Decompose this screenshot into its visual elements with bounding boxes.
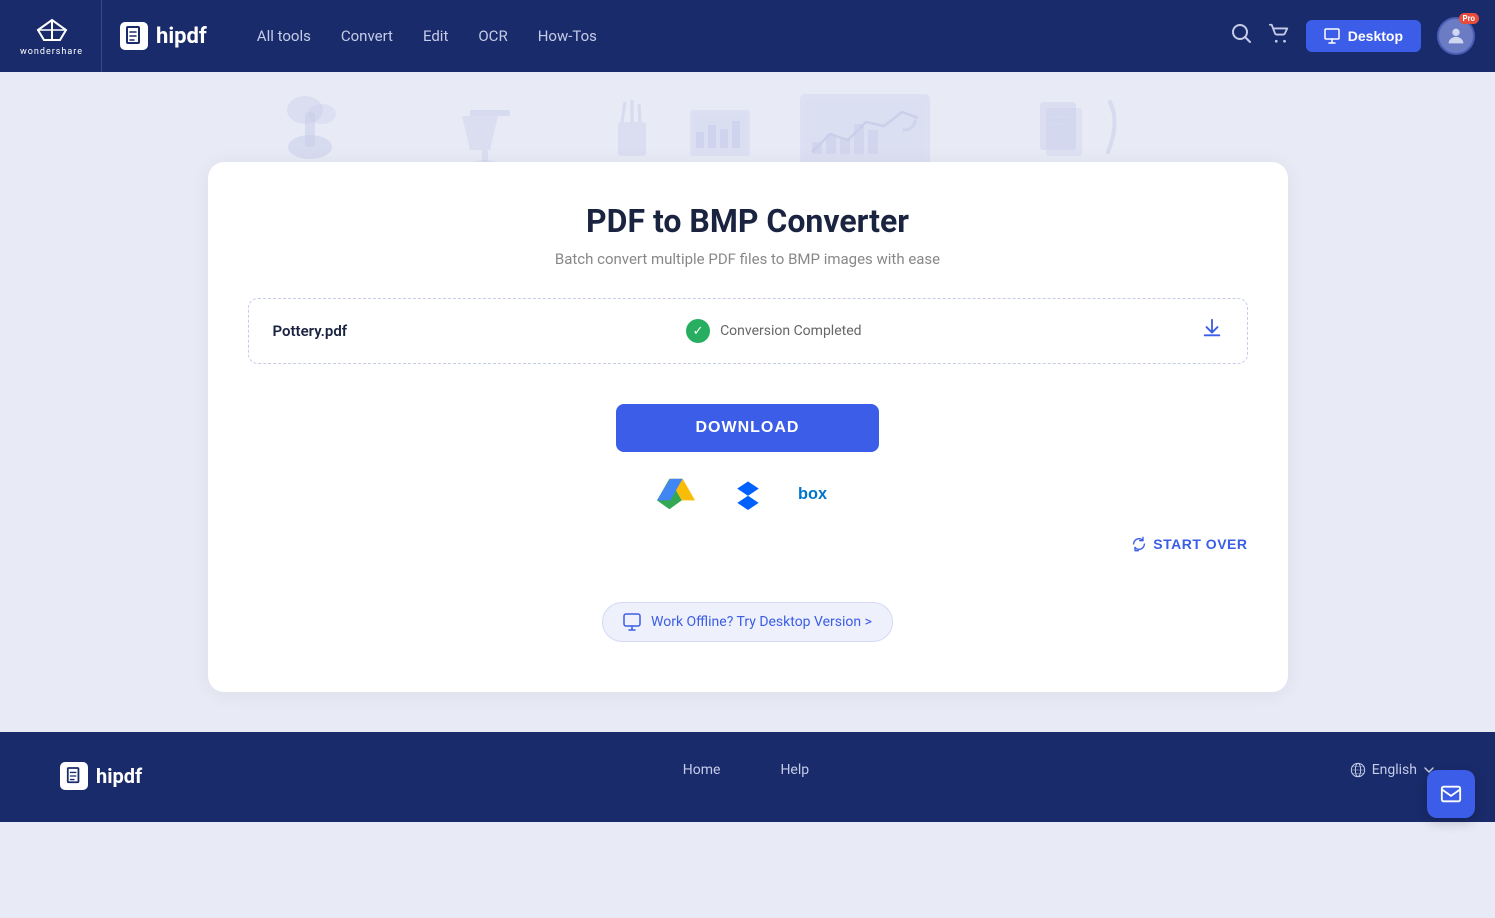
google-drive-button[interactable]: [654, 472, 698, 516]
footer-links: Home Help: [683, 762, 809, 778]
avatar[interactable]: Pro: [1437, 17, 1475, 55]
cloud-storage-icons: box: [654, 472, 842, 516]
search-icon: [1230, 22, 1252, 44]
desktop-promo-area: Work Offline? Try Desktop Version >: [248, 602, 1248, 642]
user-icon: [1445, 25, 1467, 47]
globe-icon: [1350, 762, 1366, 778]
search-button[interactable]: [1230, 22, 1252, 50]
hipdf-icon-svg: [125, 26, 143, 46]
nav-how-tos[interactable]: How-Tos: [538, 27, 597, 45]
start-over-row: START OVER: [248, 536, 1248, 562]
chat-button[interactable]: [1427, 770, 1475, 818]
status-text: Conversion Completed: [720, 323, 861, 339]
desktop-promo-icon: [623, 613, 641, 631]
footer-hipdf-icon: [60, 762, 88, 790]
download-button[interactable]: DOWNLOAD: [616, 404, 880, 452]
hero-background: PDF to BMP Converter Batch convert multi…: [0, 72, 1495, 732]
refresh-icon: [1131, 536, 1147, 552]
hero-decoration: [0, 72, 1495, 162]
pro-badge: Pro: [1459, 13, 1479, 24]
footer-col-help: Help: [780, 762, 809, 778]
nav-actions: Desktop Pro: [1230, 17, 1475, 55]
nav-edit[interactable]: Edit: [423, 27, 448, 45]
gdrive-icon: [657, 477, 695, 511]
footer-hipdf-text: hipdf: [96, 764, 142, 788]
box-button[interactable]: box: [798, 472, 842, 516]
converter-card: PDF to BMP Converter Batch convert multi…: [208, 162, 1288, 692]
footer-col-home: Home: [683, 762, 721, 778]
start-over-button[interactable]: START OVER: [1131, 536, 1247, 552]
navbar: wondershare hipdf All tools Convert Edit…: [0, 0, 1495, 72]
nav-all-tools[interactable]: All tools: [257, 27, 311, 45]
hipdf-text: hipdf: [156, 24, 207, 49]
status-check-icon: ✓: [686, 319, 710, 343]
nav-convert[interactable]: Convert: [341, 27, 393, 45]
wondershare-logo: wondershare: [20, 0, 102, 72]
footer-help[interactable]: Help: [780, 762, 809, 778]
decoration-svg: [0, 72, 1495, 162]
desktop-promo-text: Work Offline? Try Desktop Version >: [651, 614, 872, 630]
start-over-label: START OVER: [1153, 536, 1247, 552]
cart-icon: [1268, 22, 1290, 44]
box-icon: box: [798, 483, 842, 505]
cart-button[interactable]: [1268, 22, 1290, 50]
footer-logo: hipdf: [60, 762, 142, 790]
hipdf-icon: [120, 22, 148, 50]
download-icon: [1201, 317, 1223, 339]
svg-text:box: box: [798, 485, 827, 503]
footer: hipdf Home Help English: [0, 732, 1495, 822]
file-list: Pottery.pdf ✓ Conversion Completed: [248, 298, 1248, 364]
hipdf-logo[interactable]: hipdf: [102, 22, 207, 50]
nav-links: All tools Convert Edit OCR How-Tos: [257, 27, 1210, 45]
footer-home[interactable]: Home: [683, 762, 721, 778]
dropbox-button[interactable]: [726, 472, 770, 516]
page-subtitle: Batch convert multiple PDF files to BMP …: [248, 250, 1248, 268]
status-group: ✓ Conversion Completed: [686, 319, 861, 343]
desktop-icon: [1324, 28, 1340, 44]
desktop-button[interactable]: Desktop: [1306, 20, 1421, 52]
footer-language[interactable]: English: [1350, 762, 1435, 778]
actions-area: DOWNLOAD: [248, 394, 1248, 582]
page-title: PDF to BMP Converter: [248, 202, 1248, 240]
nav-ocr[interactable]: OCR: [478, 27, 507, 45]
wondershare-icon: [34, 16, 70, 44]
wondershare-text: wondershare: [20, 47, 83, 57]
desktop-btn-label: Desktop: [1348, 28, 1403, 44]
file-row: Pottery.pdf ✓ Conversion Completed: [249, 299, 1247, 363]
footer-icon-svg: [66, 767, 82, 785]
file-download-button[interactable]: [1201, 317, 1223, 345]
brand-logo: wondershare hipdf: [20, 0, 207, 72]
file-name: Pottery.pdf: [273, 322, 348, 340]
email-icon: [1440, 783, 1462, 805]
language-text: English: [1372, 762, 1417, 778]
main-container: PDF to BMP Converter Batch convert multi…: [188, 162, 1308, 732]
desktop-promo-pill[interactable]: Work Offline? Try Desktop Version >: [602, 602, 893, 642]
dropbox-icon: [730, 478, 766, 510]
